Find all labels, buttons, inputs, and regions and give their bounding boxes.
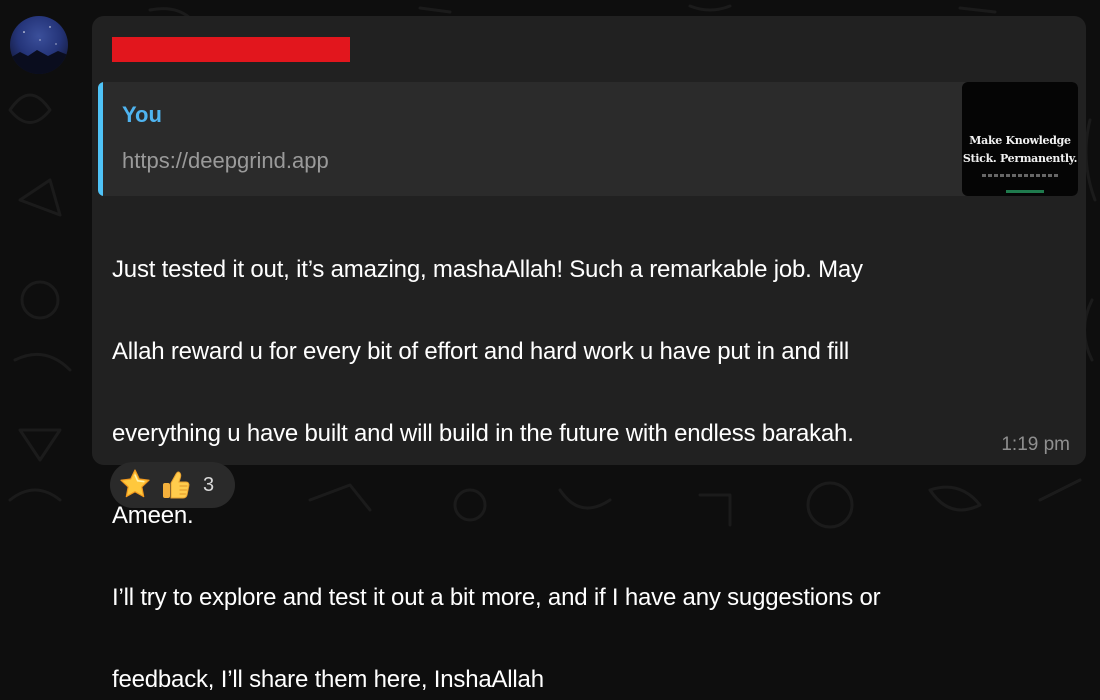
thumbnail-headline-line-2: Stick. Permanently. (962, 152, 1078, 165)
sender-avatar[interactable] (10, 16, 68, 74)
message-line: everything u have built and will build i… (112, 420, 854, 447)
quote-author: You (122, 102, 162, 127)
reactions-pill[interactable]: 3 (110, 462, 235, 508)
message-line: I’ll try to explore and test it out a bi… (112, 584, 881, 611)
message-line: feedback, I’ll share them here, InshaAll… (112, 666, 544, 693)
sender-name-redacted[interactable] (112, 37, 350, 62)
message-text: Just tested it out, it’s amazing, mashaA… (112, 208, 1062, 700)
avatar-image (10, 26, 68, 74)
message-time: 1:19 pm (1001, 434, 1070, 455)
quote-accent-bar (98, 82, 103, 196)
thumbnail-headline-line-1: Make Knowledge (969, 134, 1071, 147)
reply-quote[interactable]: You https://deepgrind.app Make Knowledge… (98, 82, 1078, 196)
thumbs-up-emoji-icon (163, 471, 190, 499)
thumbnail-subtext (982, 174, 1058, 177)
message-line: Just tested it out, it’s amazing, mashaA… (112, 256, 863, 283)
message-line: Allah reward u for every bit of effort a… (112, 338, 849, 365)
star-emoji-icon (120, 469, 150, 498)
link-preview-thumbnail: Make Knowledge Stick. Permanently. (962, 82, 1078, 196)
quote-link-text: https://deepgrind.app (122, 148, 329, 173)
reaction-count: 3 (203, 474, 215, 496)
thumbnail-cta-bar (1006, 190, 1044, 193)
